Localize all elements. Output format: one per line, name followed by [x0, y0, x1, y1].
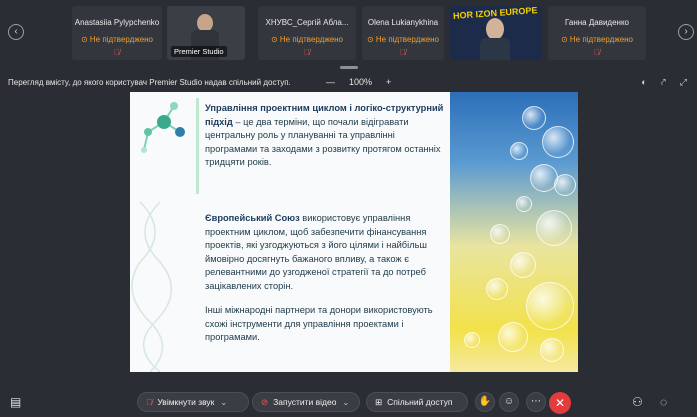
zoom-in-button[interactable]: + — [386, 77, 391, 87]
chat-panel-icon[interactable]: ▤ — [10, 395, 21, 409]
scroll-right-icon[interactable]: › — [678, 24, 694, 40]
participant-name: Ганна Давиденко — [565, 18, 629, 27]
start-video-button[interactable]: ⊘ Запустити відео ⌄ — [252, 392, 360, 412]
shared-slide: Управління проектним циклом і логіко-стр… — [130, 92, 578, 372]
slide-paragraph-2: Європейський Союз використовує управлінн… — [205, 213, 427, 291]
muted-mic-icon: 🎙̸ — [114, 48, 120, 57]
participant-name: Anastasiia Pylypchenko — [74, 18, 160, 27]
chevron-down-icon[interactable]: ⌄ — [342, 398, 349, 407]
more-options-button[interactable]: ⋯ — [526, 392, 546, 412]
end-call-button[interactable]: ✕ — [549, 392, 571, 414]
bubbles-image — [450, 92, 578, 372]
slide-paragraph-1: Управління проектним циклом і логіко-стр… — [205, 103, 444, 167]
participant-tile[interactable]: Anastasiia Pylypchenko ⊙ Не підтверджено… — [72, 6, 162, 60]
chat-icon[interactable]: ◌ — [660, 395, 667, 409]
participant-name: Olena Lukianykhina — [367, 18, 439, 27]
slide-paragraph-3: Інші міжнародні партнери та донори викор… — [205, 305, 433, 342]
resize-handle[interactable] — [340, 66, 358, 69]
popout-icon[interactable]: ⤢ — [680, 77, 687, 88]
participant-strip: ‹ Anastasiia Pylypchenko ⊙ Не підтвердже… — [0, 0, 697, 72]
share-info-text: Перегляд вмісту, до якого користувач Pre… — [8, 78, 291, 87]
share-button[interactable]: ⊞ Спільний доступ — [366, 392, 468, 412]
participant-avatar — [486, 18, 504, 40]
share-screen-icon: ⊞ — [375, 396, 383, 407]
raise-hand-button[interactable]: ✋ — [475, 392, 495, 412]
muted-mic-icon: 🎙̸ — [594, 48, 600, 57]
participants-icon[interactable]: ⚇ — [632, 395, 643, 409]
muted-mic-icon: 🎙̸ — [304, 48, 310, 57]
muted-mic-icon: 🎙̸ — [400, 48, 406, 57]
reactions-button[interactable]: ☺ — [499, 392, 519, 412]
chevron-down-icon[interactable]: ⌄ — [220, 398, 227, 407]
molecule-decoration — [131, 102, 185, 372]
muted-mic-icon: 🎙̸ — [146, 397, 153, 407]
participant-tile[interactable]: Olena Lukianykhina ⊙ Не підтверджено 🎙̸ — [362, 6, 444, 60]
participant-tile[interactable]: Ганна Давиденко ⊙ Не підтверджено 🎙̸ — [548, 6, 646, 60]
participant-status: ⊙ Не підтверджено — [80, 35, 154, 44]
participant-video-label: Premier Studio — [171, 46, 227, 57]
annotate-icon[interactable]: ◐ — [641, 77, 646, 88]
participant-status: ⊙ Не підтверджено — [366, 35, 440, 44]
zoom-level: 100% — [349, 77, 373, 87]
participant-tile[interactable]: ХНУВС_Сергій Абла... ⊙ Не підтверджено 🎙… — [258, 6, 356, 60]
share-tools: ◐ ⤤ ⤢ — [641, 77, 687, 88]
share-info-bar: Перегляд вмісту, до якого користувач Pre… — [0, 74, 697, 92]
participant-name: ХНУВС_Сергій Абла... — [265, 18, 349, 27]
video-off-icon: ⊘ — [261, 396, 269, 407]
zoom-controls: — 100% + — [326, 77, 391, 87]
scroll-left-icon[interactable]: ‹ — [8, 24, 24, 40]
pointer-icon[interactable]: ⤤ — [661, 77, 666, 88]
meeting-controls: ▤ 🎙̸ Увімкнути звук ⌄ ⊘ Запустити відео … — [0, 388, 697, 417]
participant-status: ⊙ Не підтверджено — [270, 35, 344, 44]
zoom-out-button[interactable]: — — [326, 77, 335, 87]
participant-video-tile[interactable]: HOR IZON EUROPE — [450, 6, 542, 60]
participant-status: ⊙ Не підтверджено — [560, 35, 634, 44]
participant-video-tile[interactable]: Premier Studio — [167, 6, 245, 60]
unmute-button[interactable]: 🎙̸ Увімкнути звук ⌄ — [137, 392, 249, 412]
